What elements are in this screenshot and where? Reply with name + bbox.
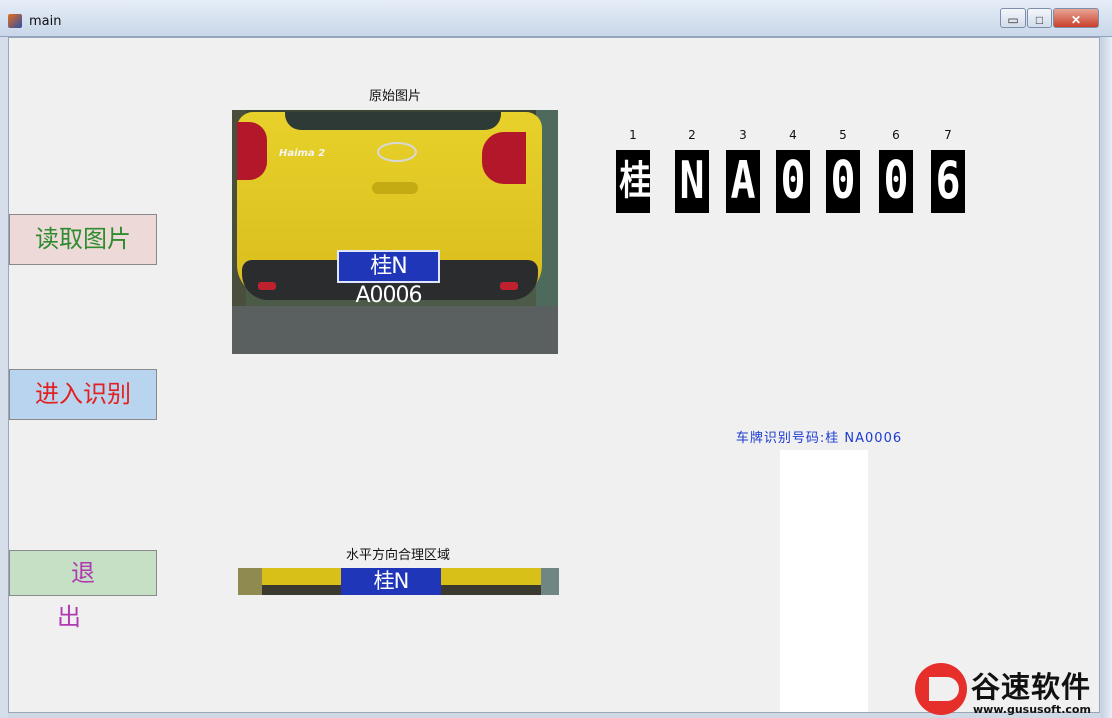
car-badge: Haima 2: [279, 148, 326, 159]
close-button[interactable]: ✕: [1053, 8, 1099, 28]
segment-char-image: 桂: [616, 150, 650, 213]
watermark: 谷速软件 www.gususoft.com: [913, 663, 1112, 718]
segment-char: 0: [780, 151, 806, 211]
segment-char-image: 0: [776, 150, 810, 213]
cropped-plate: 桂N A0006: [341, 568, 441, 595]
license-plate: 桂N A0006: [337, 250, 440, 308]
matlab-app-icon: [8, 14, 22, 28]
segment-index: 6: [892, 128, 900, 142]
segment-index: 1: [629, 128, 637, 142]
maximize-button[interactable]: □: [1027, 8, 1052, 28]
result-panel: [780, 450, 868, 712]
window-titlebar[interactable]: main ▭ □ ✕: [0, 0, 1112, 37]
car-emblem: [377, 142, 417, 162]
segment-index: 7: [944, 128, 952, 142]
segment-index: 4: [789, 128, 797, 142]
exit-button[interactable]: 退 出: [9, 550, 157, 631]
segment-index: 3: [739, 128, 747, 142]
segment-char-image: 0: [826, 150, 860, 213]
right-scrollbar[interactable]: [1101, 37, 1112, 718]
segment-char-image: N: [675, 150, 709, 213]
minimize-button[interactable]: ▭: [1000, 8, 1026, 28]
watermark-url: www.gususoft.com: [973, 703, 1091, 716]
read-image-button[interactable]: 读取图片: [9, 214, 157, 265]
left-border: [0, 37, 8, 718]
segment-char: 0: [883, 151, 909, 211]
gususoft-logo-icon: [915, 663, 967, 715]
window-title: main: [29, 14, 62, 29]
segment-char: 6: [935, 151, 961, 211]
segment-char: A: [730, 151, 756, 211]
segment-index: 2: [688, 128, 696, 142]
segment-char: N: [679, 151, 705, 211]
segment-char: 0: [830, 151, 856, 211]
segment-index: 5: [839, 128, 847, 142]
figure-client-area: 读取图片 进入识别 退 出 原始图片 Haima 2 桂N A0006 1 桂 …: [8, 37, 1100, 713]
segment-char: 桂: [619, 158, 650, 204]
original-car-photo: Haima 2 桂N A0006: [232, 110, 558, 354]
segment-char-image: 6: [931, 150, 965, 213]
original-image-title: 原始图片: [368, 89, 421, 104]
horizontal-region-title: 水平方向合理区域: [345, 548, 450, 563]
watermark-name: 谷速软件: [971, 670, 1092, 704]
recognize-button[interactable]: 进入识别: [9, 369, 157, 420]
horizontal-region-image: 桂N A0006: [238, 568, 559, 595]
segment-char-image: 0: [879, 150, 913, 213]
recognition-result: 车牌识别号码:桂 NA0006: [735, 431, 903, 446]
segment-char-image: A: [726, 150, 760, 213]
